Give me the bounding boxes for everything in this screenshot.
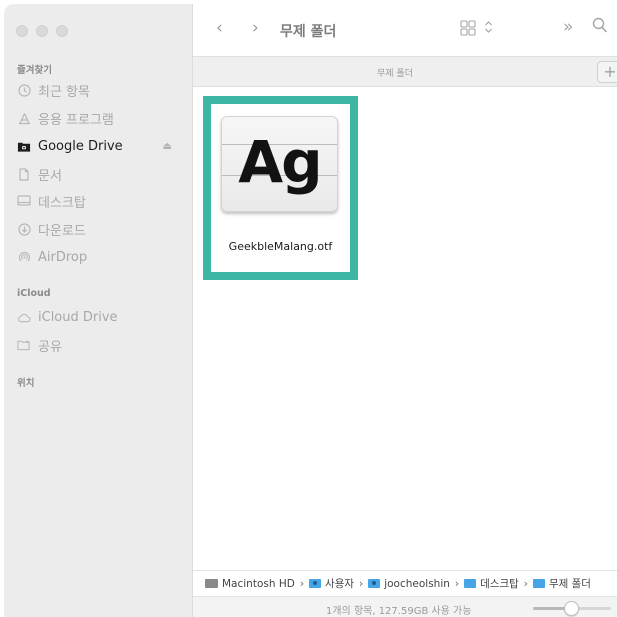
sidebar-item-icloud-drive[interactable]: iCloud Drive [17,306,182,328]
sidebar-item-applications[interactable]: 응용 프로그램 [17,107,182,129]
chevron-updown-icon[interactable] [484,20,493,38]
sidebar-header-icloud: iCloud [17,288,51,299]
file-name-label: GeekbleMalang.otf [228,240,333,253]
status-bar: 1개의 항목, 127.59GB 사용 가능 [193,596,617,617]
applications-icon [17,111,31,125]
font-preview-glyphs: Ag [238,128,322,196]
sidebar-item-downloads[interactable]: 다운로드 [17,218,182,240]
path-segment-label: joocheolshin [384,577,450,590]
window-title: 무제 폴더 [280,24,337,40]
font-preview-thumbnail: Ag [221,116,338,212]
path-separator-icon: › [454,577,460,590]
document-icon [17,167,31,181]
file-item[interactable]: Ag GeekbleMalang.otf [211,104,350,272]
shared-folder-icon [17,338,31,352]
drive-icon [17,139,31,153]
sidebar-item-label: Google Drive [38,138,123,154]
airdrop-icon [17,250,31,264]
eject-icon[interactable]: ⏏ [163,141,172,152]
sidebar-item-documents[interactable]: 문서 [17,163,182,185]
sidebar-item-desktop[interactable]: 데스크탑 [17,190,182,212]
folder-icon [309,579,322,588]
folder-icon [532,579,545,588]
path-separator-icon: › [299,577,305,590]
more-toolbar-icon[interactable]: » [563,17,573,37]
file-item-selected[interactable]: Ag GeekbleMalang.otf [203,96,358,280]
path-segment-current[interactable]: 무제 폴더 [532,576,591,591]
path-segment-macintosh-hd[interactable]: Macintosh HD [205,578,295,590]
download-icon [17,222,31,236]
path-segment-users[interactable]: 사용자 [309,576,354,591]
sidebar-item-shared[interactable]: 공유 [17,334,182,356]
sidebar-item-recents[interactable]: 최근 항목 [17,79,182,101]
path-segment-label: 사용자 [325,578,355,590]
search-icon[interactable] [592,17,608,38]
grid-view-icon[interactable] [460,20,478,40]
sidebar: 즐겨찾기 최근 항목 응용 프로그램 Google Drive ⏏ 문서 데스크… [4,4,193,617]
minimize-window-button[interactable] [36,25,48,37]
home-folder-icon [368,579,381,588]
sidebar-item-label: 공유 [38,339,62,355]
new-tab-button[interactable]: + [597,61,617,83]
sidebar-item-label: 데스크탑 [38,195,86,211]
path-segment-home[interactable]: joocheolshin [368,578,450,590]
sidebar-header-favorites: 즐겨찾기 [17,65,52,76]
cloud-icon [17,310,31,324]
path-separator-icon: › [523,577,528,590]
close-window-button[interactable] [16,25,28,37]
sidebar-item-label: iCloud Drive [38,309,118,325]
path-bar: Macintosh HD › 사용자 › joocheolshin › 데스크탑… [193,570,617,596]
window-controls [16,25,68,37]
path-separator-icon: › [359,577,364,590]
tab-bar: 무제 폴더 + [193,56,617,87]
path-segment-label: 데스크탑 [480,578,519,590]
status-text: 1개의 항목, 127.59GB 사용 가능 [326,606,472,617]
hard-drive-icon [205,579,218,588]
sidebar-item-label: 다운로드 [38,223,86,239]
path-segment-label: Macintosh HD [222,577,295,590]
sidebar-header-locations: 위치 [17,378,35,389]
tab-title[interactable]: 무제 폴더 [193,66,597,79]
zoom-window-button[interactable] [56,25,68,37]
toolbar: ‹ › 무제 폴더 » [193,4,617,56]
sidebar-item-label: 최근 항목 [38,84,90,100]
icon-size-slider[interactable] [533,601,611,616]
desktop-icon [17,194,31,208]
sidebar-item-label: 문서 [38,168,62,184]
main-area: ‹ › 무제 폴더 » 무제 폴더 + Ag GeekbleMalang.otf… [193,4,617,617]
sidebar-item-google-drive[interactable]: Google Drive ⏏ [17,135,182,157]
clock-icon [17,83,31,97]
path-segment-label: 무제 폴더 [548,578,591,590]
folder-icon [464,579,477,588]
finder-window: 즐겨찾기 최근 항목 응용 프로그램 Google Drive ⏏ 문서 데스크… [4,4,617,617]
forward-button[interactable]: › [252,18,259,38]
sidebar-item-label: 응용 프로그램 [38,112,114,128]
sidebar-item-label: AirDrop [38,249,88,265]
path-segment-desktop[interactable]: 데스크탑 [464,576,519,591]
sidebar-item-airdrop[interactable]: AirDrop [17,246,182,268]
slider-knob[interactable] [564,601,579,616]
back-button[interactable]: ‹ [216,18,223,38]
